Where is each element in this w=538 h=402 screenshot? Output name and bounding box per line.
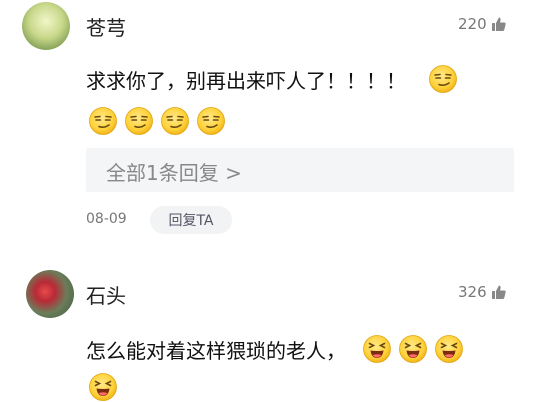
reply-summary: 全部1条回复 > xyxy=(106,161,242,185)
smirk-emoji-icon xyxy=(88,106,118,136)
reply-button[interactable]: 回复TA xyxy=(150,206,232,234)
emoji-row xyxy=(88,372,118,402)
view-replies-link[interactable]: 全部1条回复 > xyxy=(86,148,514,192)
like-button[interactable]: 326 xyxy=(458,283,507,301)
grin-squint-emoji-icon xyxy=(362,334,392,364)
comment-item: 苍芎 220 求求你了，别再出来吓人了！！！！ 全部1条回复 > 08-09 回… xyxy=(0,0,538,260)
smirk-emoji-icon xyxy=(196,106,226,136)
emoji-row xyxy=(88,106,226,136)
comment-text: 求求你了，别再出来吓人了！！！！ xyxy=(86,64,458,94)
username[interactable]: 石头 xyxy=(86,280,126,309)
smirk-emoji-icon xyxy=(428,64,458,94)
grin-squint-emoji-icon xyxy=(434,334,464,364)
smirk-emoji-icon xyxy=(124,106,154,136)
smirk-emoji-icon xyxy=(160,106,190,136)
grin-squint-emoji-icon xyxy=(398,334,428,364)
grin-squint-emoji-icon xyxy=(88,372,118,402)
username[interactable]: 苍芎 xyxy=(86,12,126,41)
avatar[interactable] xyxy=(26,270,74,318)
thumbs-up-icon xyxy=(491,285,506,299)
comment-item: 石头 326 怎么能对着这样猥琐的老人， xyxy=(0,260,538,400)
avatar[interactable] xyxy=(22,2,70,50)
like-button[interactable]: 220 xyxy=(458,15,507,33)
thumbs-up-icon xyxy=(491,17,506,31)
like-count: 220 xyxy=(458,15,487,33)
comment-date: 08-09 xyxy=(86,211,127,227)
like-count: 326 xyxy=(458,283,487,301)
comment-text: 怎么能对着这样猥琐的老人， xyxy=(86,334,464,364)
